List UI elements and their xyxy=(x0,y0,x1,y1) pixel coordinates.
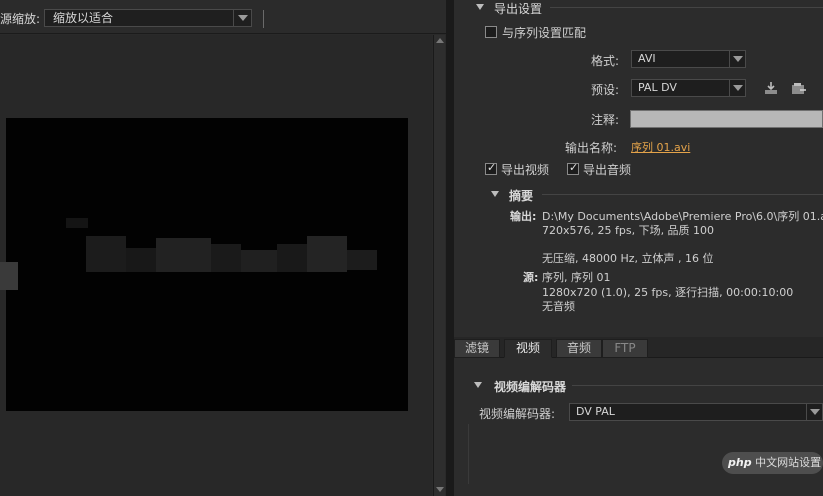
preset-dropdown[interactable]: PAL DV xyxy=(631,79,746,97)
collapse-triangle-icon[interactable] xyxy=(476,4,484,10)
collapse-triangle-icon[interactable] xyxy=(474,382,482,388)
section-rule xyxy=(572,385,823,386)
source-scale-dropdown[interactable]: 缩放以适合 xyxy=(44,9,252,27)
summary-source-name: 序列, 序列 01 xyxy=(542,271,611,284)
codec-group-border xyxy=(468,424,469,484)
source-scale-label: 源缩放: xyxy=(0,12,41,26)
format-label: 格式: xyxy=(591,54,620,68)
comment-label: 注释: xyxy=(591,113,620,127)
match-sequence-checkbox[interactable] xyxy=(485,26,497,38)
summary-source-video: 1280x720 (1.0), 25 fps, 逐行扫描, 00:00:10:0… xyxy=(542,286,794,299)
output-name-label: 输出名称: xyxy=(565,141,618,155)
output-name-link[interactable]: 序列 01.avi xyxy=(631,139,690,155)
video-preview xyxy=(6,118,408,411)
summary-output-audio: 无压缩, 48000 Hz, 立体声 , 16 位 xyxy=(542,252,714,265)
preview-pixel xyxy=(307,236,347,272)
tab-audio[interactable]: 音频 xyxy=(556,339,602,358)
export-settings-title: 导出设置 xyxy=(494,2,543,16)
export-audio-label: 导出音频 xyxy=(583,163,632,177)
preview-pixel xyxy=(66,218,88,228)
preset-label: 预设: xyxy=(591,83,620,97)
section-rule xyxy=(542,194,823,195)
codec-label: 视频编解码器: xyxy=(479,407,556,421)
summary-output-video: 720x576, 25 fps, 下场, 品质 100 xyxy=(542,224,715,237)
source-toolbar: 源缩放: 缩放以适合 xyxy=(0,0,446,34)
preview-pixel xyxy=(241,250,277,272)
export-video-label: 导出视频 xyxy=(501,163,550,177)
toolbar-divider xyxy=(263,10,264,28)
tab-ftp[interactable]: FTP xyxy=(602,339,648,358)
preview-pixel xyxy=(277,244,307,272)
chevron-down-icon[interactable] xyxy=(729,51,745,67)
summary-source-audio: 无音频 xyxy=(542,300,575,313)
preview-pixel xyxy=(211,244,241,272)
source-panel: 源缩放: 缩放以适合 xyxy=(0,0,446,496)
export-video-checkbox[interactable] xyxy=(485,161,497,175)
chevron-down-icon[interactable] xyxy=(806,404,822,420)
preview-pixel xyxy=(86,236,126,272)
preview-pixel xyxy=(126,248,156,272)
export-settings-panel: 导出设置 与序列设置匹配 格式: AVI 预设: PAL DV 注释: 输出名称… xyxy=(454,0,823,496)
comment-input[interactable] xyxy=(630,110,823,128)
export-audio-checkbox[interactable] xyxy=(567,161,579,175)
preview-pixel xyxy=(347,250,377,270)
format-value: AVI xyxy=(638,52,656,65)
watermark-logo: php xyxy=(728,456,752,469)
match-sequence-label: 与序列设置匹配 xyxy=(502,26,587,40)
watermark-text: 中文网站设置 xyxy=(755,456,822,469)
tab-video[interactable]: 视频 xyxy=(504,339,552,358)
summary-source-key: 源: xyxy=(523,271,539,284)
settings-tabs: 滤镜 视频 音频 FTP xyxy=(454,337,823,358)
summary-output-key: 输出: xyxy=(510,210,537,223)
left-scrollbar[interactable] xyxy=(433,35,445,496)
source-scale-value: 缩放以适合 xyxy=(53,11,114,25)
preset-value: PAL DV xyxy=(638,81,677,94)
tab-effects[interactable]: 滤镜 xyxy=(454,339,500,358)
watermark-badge: php 中文网站设置 xyxy=(722,452,823,474)
format-dropdown[interactable]: AVI xyxy=(631,50,746,68)
summary-title: 摘要 xyxy=(509,189,534,203)
chevron-down-icon[interactable] xyxy=(729,80,745,96)
scroll-up-icon[interactable] xyxy=(436,38,444,43)
codec-value: DV PAL xyxy=(576,405,615,418)
chevron-down-icon[interactable] xyxy=(233,10,251,26)
codec-dropdown[interactable]: DV PAL xyxy=(569,403,823,421)
codec-section-title: 视频编解码器 xyxy=(494,380,567,394)
collapse-triangle-icon[interactable] xyxy=(491,191,499,197)
section-rule xyxy=(550,7,823,8)
import-preset-icon[interactable] xyxy=(791,81,807,95)
panel-divider[interactable] xyxy=(446,0,454,496)
preview-pixel xyxy=(156,238,211,272)
save-preset-icon[interactable] xyxy=(763,81,779,95)
scroll-down-icon[interactable] xyxy=(436,487,444,492)
preview-edge-marker xyxy=(0,262,18,290)
